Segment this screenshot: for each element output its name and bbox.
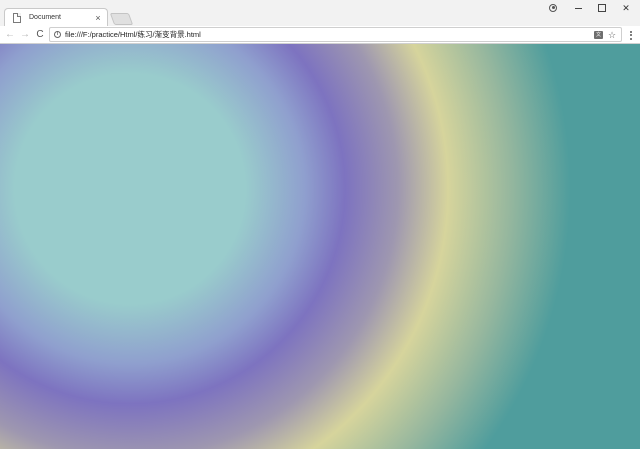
info-icon[interactable]: i	[54, 31, 61, 38]
menu-dot	[630, 30, 632, 33]
close-window-button[interactable]: ✕	[614, 0, 638, 16]
forward-button[interactable]: →	[18, 27, 32, 43]
back-button[interactable]: ←	[3, 27, 17, 43]
maximize-icon	[598, 3, 606, 12]
minimize-icon	[574, 8, 582, 10]
bookmark-star-icon[interactable]: ☆	[607, 30, 617, 40]
browser-window: Document × ✕ ← → C i file:///F:/practice	[0, 0, 640, 449]
translate-icon[interactable]: 文	[594, 30, 603, 39]
arrow-right-icon: →	[20, 29, 30, 40]
profile-button[interactable]	[541, 0, 565, 16]
address-bar[interactable]: i file:///F:/practice/Html/练习/渐变背景.html …	[49, 27, 622, 42]
reload-icon: C	[36, 29, 44, 40]
title-bar: Document × ✕	[0, 0, 640, 26]
close-icon: ✕	[622, 3, 630, 13]
menu-dot	[630, 34, 632, 36]
page-icon	[13, 12, 21, 23]
menu-dot	[630, 37, 632, 40]
tab-document[interactable]: Document ×	[4, 8, 108, 26]
tab-title: Document	[29, 14, 61, 21]
tab-close-icon[interactable]: ×	[92, 12, 104, 24]
account-icon	[549, 3, 557, 12]
reload-button[interactable]: C	[33, 27, 47, 43]
minimize-button[interactable]	[566, 0, 590, 16]
maximize-button[interactable]	[590, 0, 614, 16]
browser-toolbar: ← → C i file:///F:/practice/Html/练习/渐变背景…	[0, 26, 640, 44]
url-text[interactable]: file:///F:/practice/Html/练习/渐变背景.html	[65, 29, 594, 40]
page-viewport-gradient	[0, 44, 640, 449]
arrow-left-icon: ←	[5, 29, 15, 40]
more-vert-icon[interactable]	[626, 28, 636, 42]
new-tab-button[interactable]	[109, 13, 134, 25]
